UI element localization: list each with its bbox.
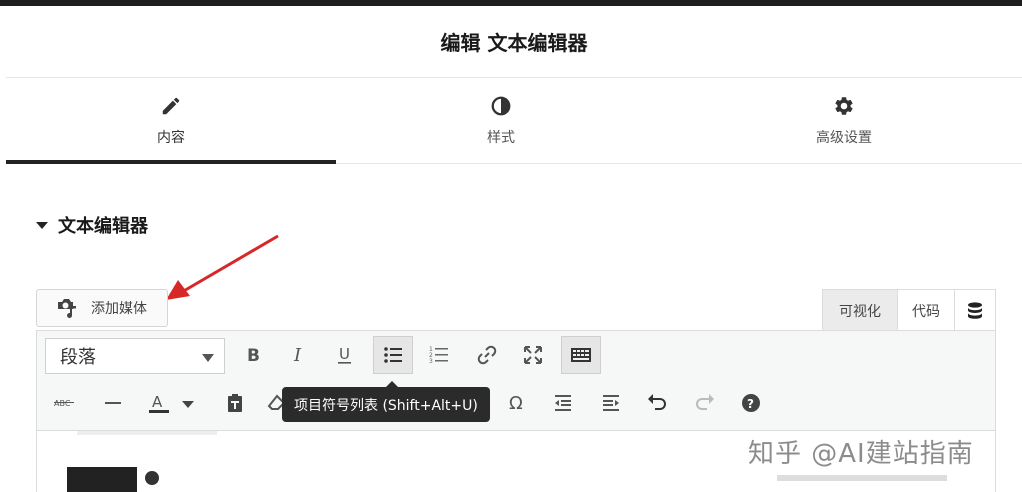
faded-text-line — [777, 475, 947, 481]
half-circle-icon — [491, 96, 511, 116]
paste-text-button[interactable] — [215, 384, 255, 422]
horizontal-line-button[interactable] — [93, 384, 133, 422]
link-icon — [477, 345, 497, 365]
add-media-label: 添加媒体 — [91, 301, 147, 317]
indent-icon — [603, 395, 619, 411]
italic-button[interactable]: I — [279, 336, 319, 374]
text-color-dropdown[interactable] — [175, 384, 201, 422]
outdent-button[interactable] — [543, 384, 583, 422]
fullscreen-button[interactable] — [513, 336, 553, 374]
tab-advanced-label: 高级设置 — [816, 130, 872, 146]
red-arrow-annotation — [166, 234, 279, 300]
svg-text:?: ? — [747, 397, 754, 411]
dropdown-arrow-icon — [202, 354, 214, 362]
watermark: 知乎 @AI建站指南 — [748, 439, 974, 469]
gear-icon — [835, 97, 853, 115]
pencil-icon — [162, 97, 180, 115]
add-media-button[interactable]: 添加媒体 — [36, 289, 168, 327]
numbered-list-button[interactable]: 123 — [419, 336, 459, 374]
numbered-list-icon: 123 — [429, 346, 448, 365]
editor-mode-tabs: 可视化 代码 — [822, 289, 996, 331]
bold-button[interactable]: B — [233, 336, 273, 374]
database-icon — [968, 301, 982, 319]
strikethrough-icon: ABC — [54, 399, 74, 408]
caret-down-icon — [36, 221, 48, 229]
tab-style-label: 样式 — [487, 130, 515, 146]
help-button[interactable]: ? — [731, 384, 771, 422]
svg-text:ABC: ABC — [54, 399, 71, 408]
undo-icon — [648, 394, 666, 410]
redo-icon — [696, 394, 714, 410]
section-title: 文本编辑器 — [58, 216, 148, 237]
bold-icon: B — [247, 346, 260, 366]
underline-icon: U — [338, 345, 351, 364]
horizontal-line-icon — [105, 402, 121, 404]
tab-content-label: 内容 — [157, 130, 185, 146]
help-icon: ? — [742, 394, 760, 412]
chevron-down-icon — [182, 401, 194, 408]
svg-text:U: U — [339, 345, 350, 363]
tooltip: 项目符号列表 (Shift+Alt+U) — [282, 381, 490, 422]
panel-header: 编辑 文本编辑器 — [6, 6, 1022, 78]
redo-button[interactable] — [685, 384, 725, 422]
section-toggle[interactable]: 文本编辑器 — [36, 212, 148, 238]
faded-text-line — [77, 431, 217, 435]
svg-text:Ω: Ω — [509, 393, 523, 414]
editor-toolbar: 段落 B I U 123 ABC A Ω ? — [37, 331, 995, 431]
embedded-avatar — [145, 471, 159, 485]
link-button[interactable] — [467, 336, 507, 374]
tab-content[interactable]: 内容 — [6, 79, 336, 164]
strikethrough-button[interactable]: ABC — [45, 384, 85, 422]
text-color-icon: A — [149, 393, 169, 413]
tab-code[interactable]: 代码 — [898, 290, 955, 331]
embedded-image-thumbnail — [67, 467, 137, 492]
bullet-list-icon — [384, 347, 402, 363]
bullet-list-button[interactable] — [373, 336, 413, 374]
svg-text:3: 3 — [429, 358, 433, 365]
keyboard-icon — [571, 348, 591, 362]
undo-button[interactable] — [637, 384, 677, 422]
underline-button[interactable]: U — [325, 336, 365, 374]
italic-icon: I — [293, 345, 302, 366]
fullscreen-icon — [524, 346, 542, 364]
tab-advanced[interactable]: 高级设置 — [666, 79, 1022, 163]
omega-icon: Ω — [509, 393, 523, 414]
media-icon — [58, 299, 76, 318]
indent-button[interactable] — [591, 384, 631, 422]
dynamic-tags-button[interactable] — [955, 290, 995, 331]
tab-visual[interactable]: 可视化 — [823, 290, 898, 331]
special-character-button[interactable]: Ω — [497, 384, 537, 422]
paragraph-format-select[interactable]: 段落 — [45, 338, 225, 374]
tab-style[interactable]: 样式 — [336, 79, 666, 163]
svg-text:I: I — [293, 345, 302, 366]
clipboard-icon — [228, 394, 242, 412]
outdent-icon — [555, 395, 571, 411]
panel-title: 编辑 文本编辑器 — [440, 31, 588, 55]
panel-tabs: 内容 样式 高级设置 — [6, 79, 1022, 164]
tooltip-text: 项目符号列表 (Shift+Alt+U) — [294, 397, 478, 414]
svg-text:B: B — [247, 346, 260, 366]
svg-text:A: A — [152, 393, 163, 411]
toolbar-toggle-button[interactable] — [561, 336, 601, 374]
format-select-value: 段落 — [60, 347, 96, 368]
text-color-button[interactable]: A — [139, 384, 179, 422]
